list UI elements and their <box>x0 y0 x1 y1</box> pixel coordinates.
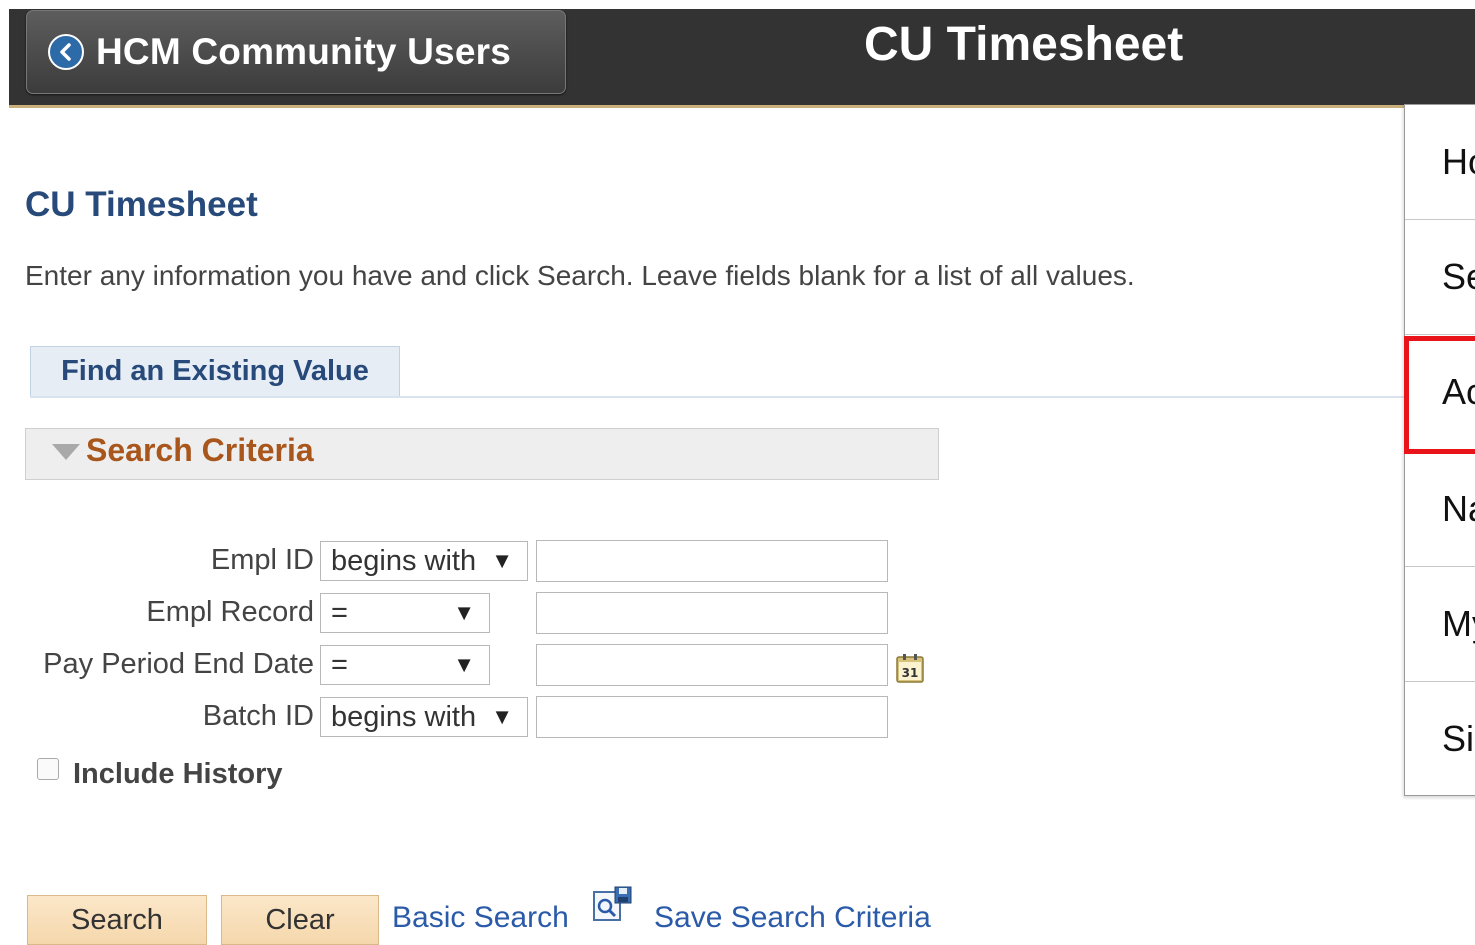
menu-item-sign-out[interactable]: Si <box>1405 682 1475 795</box>
actions-dropdown-menu: Ho Se Ac Na My Si <box>1404 104 1475 796</box>
batch-id-label: Batch ID <box>202 700 314 732</box>
dropdown-arrow-icon: ▼ <box>491 704 513 729</box>
batch-id-operator-value: begins with <box>331 701 477 733</box>
empl-id-operator-value: begins with <box>331 545 477 577</box>
svg-text:31: 31 <box>902 666 919 680</box>
empl-id-operator-select[interactable]: begins with ▼ <box>320 541 528 581</box>
search-criteria-title: Search Criteria <box>86 432 314 468</box>
clear-button[interactable]: Clear <box>221 895 379 945</box>
dropdown-arrow-icon: ▼ <box>453 652 475 677</box>
page-title: CU Timesheet <box>25 185 258 224</box>
dropdown-arrow-icon: ▼ <box>453 600 475 625</box>
menu-item-home[interactable]: Ho <box>1405 105 1475 219</box>
pay-period-end-date-input[interactable] <box>536 644 888 686</box>
basic-search-link[interactable]: Basic Search <box>392 901 569 935</box>
menu-item-search[interactable]: Se <box>1405 220 1475 334</box>
top-banner: HCM Community Users CU Timesheet <box>9 9 1475 108</box>
batch-id-input[interactable] <box>536 696 888 738</box>
search-button[interactable]: Search <box>27 895 207 945</box>
batch-id-operator-select[interactable]: begins with ▼ <box>320 697 528 737</box>
instructions-text: Enter any information you have and click… <box>25 260 1135 291</box>
tab-divider <box>30 396 1406 398</box>
pay-period-operator-value: = <box>331 649 348 681</box>
include-history-checkbox[interactable] <box>37 758 59 780</box>
back-button-label: HCM Community Users <box>96 31 511 72</box>
app-title: CU Timesheet <box>864 18 1184 71</box>
empl-record-operator-value: = <box>331 597 348 629</box>
back-button[interactable]: HCM Community Users <box>26 10 566 94</box>
menu-item-my-preferences[interactable]: My <box>1405 567 1475 681</box>
include-history-label: Include History <box>73 758 283 790</box>
pay-period-operator-select[interactable]: = ▼ <box>320 645 490 685</box>
dropdown-arrow-icon: ▼ <box>491 548 513 573</box>
pay-period-end-date-label: Pay Period End Date <box>43 648 314 680</box>
empl-id-label: Empl ID <box>210 544 314 576</box>
empl-record-label: Empl Record <box>146 596 314 628</box>
chevron-left-icon <box>48 34 84 70</box>
save-search-criteria-link[interactable]: Save Search Criteria <box>654 901 931 935</box>
empl-id-input[interactable] <box>536 540 888 582</box>
collapse-triangle-icon[interactable] <box>52 444 80 460</box>
calendar-icon[interactable]: 31 <box>895 652 925 684</box>
empl-record-input[interactable] <box>536 592 888 634</box>
save-search-icon[interactable] <box>591 886 633 926</box>
empl-record-operator-select[interactable]: = ▼ <box>320 593 490 633</box>
menu-item-navbar[interactable]: Na <box>1405 452 1475 566</box>
menu-item-add-to[interactable]: Ac <box>1405 335 1475 449</box>
tab-find-existing-value[interactable]: Find an Existing Value <box>30 346 400 396</box>
